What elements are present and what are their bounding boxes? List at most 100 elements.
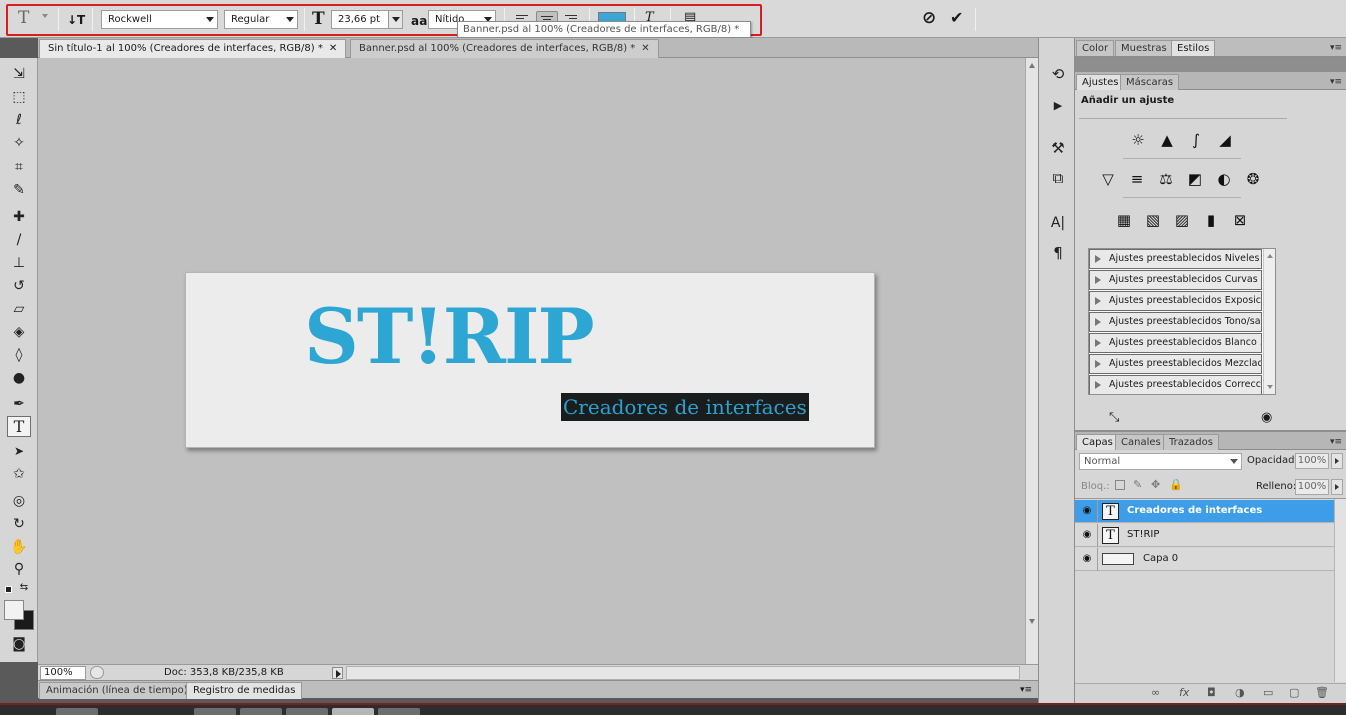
vibrance-icon[interactable]: ▽ (1097, 169, 1119, 189)
layer-style-icon[interactable]: fx (1179, 686, 1189, 699)
taskbar-button[interactable] (286, 708, 328, 715)
lasso-tool-icon[interactable]: ℓ (7, 109, 31, 130)
list-item[interactable]: Ajustes preestablecidos Niveles (1089, 249, 1262, 269)
tool-presets-panel-icon[interactable]: ⚒ (1048, 138, 1068, 158)
tab-banner-psd[interactable]: Banner.psd al 100% (Creadores de interfa… (350, 39, 659, 58)
panel-menu-icon[interactable]: ▾≡ (1330, 77, 1342, 87)
gradient-map-icon[interactable]: ▮ (1200, 210, 1222, 230)
tab-canales[interactable]: Canales (1115, 434, 1167, 450)
taskbar-button[interactable] (332, 708, 374, 715)
lock-image-icon[interactable]: ✎ (1133, 478, 1142, 491)
hand-tool-icon[interactable]: ✋ (7, 536, 31, 557)
document-canvas[interactable]: ST!RIP Creadores de interfaces (185, 272, 875, 448)
default-colors-icon[interactable] (5, 586, 12, 593)
color-balance-icon[interactable]: ⚖ (1155, 169, 1177, 189)
layer-name[interactable]: ST!RIP (1127, 529, 1159, 540)
link-layers-icon[interactable]: ∞ (1151, 686, 1160, 699)
taskbar-button[interactable] (378, 708, 420, 715)
healing-brush-tool-icon[interactable]: ✚ (7, 206, 31, 227)
fill-field[interactable]: 100% (1295, 479, 1329, 495)
brightness-contrast-icon[interactable]: ☼ (1127, 130, 1149, 150)
status-menu-button[interactable] (332, 667, 343, 679)
type-tool-icon[interactable]: T (7, 416, 31, 437)
zoom-level-field[interactable]: 100% (40, 666, 86, 680)
posterize-icon[interactable]: ▧ (1142, 210, 1164, 230)
custom-shape-tool-icon[interactable]: ✩ (7, 463, 31, 484)
tab-capas[interactable]: Capas (1076, 434, 1119, 450)
scroll-down-icon[interactable] (1029, 619, 1035, 624)
commit-edits-icon[interactable]: ✔ (950, 8, 963, 27)
tab-color[interactable]: Color (1076, 40, 1115, 56)
tab-estilos[interactable]: Estilos (1171, 40, 1216, 56)
history-panel-icon[interactable]: ⟲ (1048, 64, 1068, 84)
levels-icon[interactable]: ▲ (1156, 130, 1178, 150)
lock-all-icon[interactable]: 🔒 (1169, 478, 1183, 491)
curves-icon[interactable]: ∫ (1185, 130, 1207, 150)
brush-tool-icon[interactable]: / (7, 229, 31, 250)
zoom-tool-icon[interactable]: ⚲ (7, 558, 31, 579)
layer-row-strip[interactable]: ◉ T ST!RIP (1075, 524, 1334, 547)
foreground-color-swatch[interactable] (4, 600, 24, 620)
move-tool-icon[interactable]: ⇲ (7, 63, 31, 84)
new-group-icon[interactable]: ▭ (1263, 686, 1273, 699)
headline-text-layer[interactable]: ST!RIP (304, 299, 595, 375)
tab-ajustes[interactable]: Ajustes (1076, 74, 1125, 90)
horizontal-scrollbar[interactable] (346, 666, 1020, 680)
scroll-down-icon[interactable] (1267, 385, 1273, 389)
path-selection-tool-icon[interactable]: ➤ (7, 440, 31, 461)
dodge-tool-icon[interactable]: ● (7, 367, 31, 388)
eye-icon[interactable]: ◉ (1081, 553, 1093, 565)
taskbar-button[interactable] (194, 708, 236, 715)
list-item[interactable]: Ajustes preestablecidos Blanco ... (1089, 333, 1262, 353)
paragraph-panel-icon[interactable]: ¶ (1048, 243, 1068, 263)
scroll-up-icon[interactable] (1267, 254, 1273, 258)
cancel-edits-icon[interactable]: ⊘ (922, 8, 936, 28)
lock-position-icon[interactable]: ✥ (1151, 478, 1160, 491)
presets-scrollbar[interactable] (1263, 249, 1275, 394)
channel-mixer-icon[interactable]: ❂ (1242, 169, 1264, 189)
3d-orbit-tool-icon[interactable]: ↻ (7, 513, 31, 534)
threshold-icon[interactable]: ▨ (1171, 210, 1193, 230)
canvas-area[interactable]: ST!RIP Creadores de interfaces (38, 58, 1025, 664)
eye-icon[interactable]: ◉ (1081, 529, 1093, 541)
layer-row-capa-0[interactable]: ◉ Capa 0 (1075, 548, 1334, 571)
clip-to-layer-icon[interactable]: ◉ (1261, 410, 1272, 425)
swap-colors-icon[interactable]: ⇆ (17, 580, 31, 594)
list-item[interactable]: Ajustes preestablecidos Mezclad... (1089, 354, 1262, 374)
fill-slider-button[interactable] (1331, 479, 1343, 495)
actions-panel-icon[interactable]: ▶ (1048, 95, 1068, 115)
blur-tool-icon[interactable]: ◊ (7, 344, 31, 365)
list-item[interactable]: Ajustes preestablecidos Correcci... (1089, 375, 1262, 394)
crop-tool-icon[interactable]: ⌗ (7, 156, 31, 177)
eye-icon[interactable]: ◉ (1081, 505, 1093, 517)
clone-stamp-tool-icon[interactable]: ⊥ (7, 252, 31, 273)
panel-menu-icon[interactable]: ▾≡ (1020, 685, 1032, 695)
scroll-up-icon[interactable] (1029, 63, 1035, 68)
opacity-field[interactable]: 100% (1295, 453, 1329, 469)
layers-scrollbar[interactable] (1334, 499, 1346, 682)
tab-mascaras[interactable]: Máscaras (1120, 74, 1180, 90)
paint-bucket-tool-icon[interactable]: ◈ (7, 321, 31, 342)
tab-sin-titulo-1[interactable]: Sin título-1 al 100% (Creadores de inter… (39, 39, 347, 58)
exposure-icon[interactable]: ◢ (1214, 130, 1236, 150)
tab-muestras[interactable]: Muestras (1115, 40, 1173, 56)
lock-transparency-icon[interactable] (1115, 480, 1125, 490)
layer-row-creadores[interactable]: ◉ T Creadores de interfaces (1075, 500, 1334, 523)
eyedropper-tool-icon[interactable]: ✎ (7, 179, 31, 200)
status-options-icon[interactable] (90, 666, 104, 679)
vertical-scrollbar[interactable] (1025, 58, 1038, 664)
pen-tool-icon[interactable]: ✒ (7, 393, 31, 414)
tab-trazados[interactable]: Trazados (1163, 434, 1219, 450)
photo-filter-icon[interactable]: ◐ (1213, 169, 1235, 189)
blend-mode-select[interactable]: Normal (1079, 453, 1242, 470)
selective-color-icon[interactable]: ⊠ (1229, 210, 1251, 230)
list-item[interactable]: Ajustes preestablecidos Exposici... (1089, 291, 1262, 311)
opacity-slider-button[interactable] (1331, 453, 1343, 469)
tab-animacion[interactable]: Animación (línea de tiempo) (39, 682, 195, 699)
clone-source-panel-icon[interactable]: ⧉ (1048, 168, 1068, 188)
expand-view-icon[interactable]: ⤡ (1109, 410, 1119, 425)
adjustment-layer-icon[interactable]: ◑ (1235, 686, 1245, 699)
character-panel-icon[interactable]: A| (1048, 213, 1068, 233)
history-brush-tool-icon[interactable]: ↺ (7, 275, 31, 296)
taskbar-button[interactable] (240, 708, 282, 715)
